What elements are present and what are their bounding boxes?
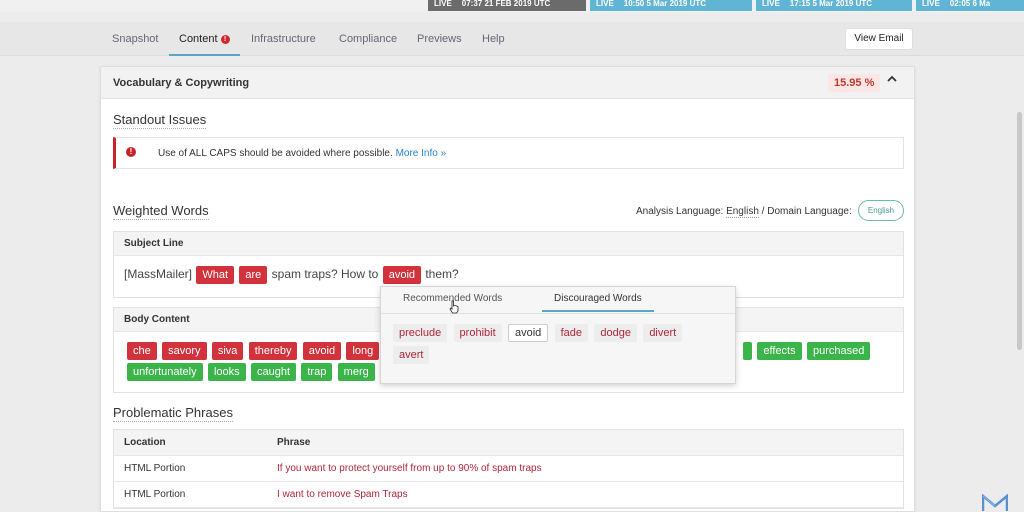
page-scrollbar[interactable] <box>1017 112 1022 350</box>
domain-language-label: Domain Language: <box>767 206 852 217</box>
weighted-word-chip[interactable]: looks <box>207 363 246 381</box>
table-row[interactable]: HTML Portion If you want to protect your… <box>114 456 903 482</box>
phrase-cell: I want to remove Spam Traps <box>277 489 408 500</box>
weighted-word-chip[interactable]: thereby <box>248 342 298 360</box>
tab-label: Content <box>179 33 218 45</box>
weighted-word-chip[interactable]: caught <box>250 363 297 381</box>
standout-issues-heading: Standout Issues <box>113 112 207 129</box>
live-label: LIVE <box>762 0 780 8</box>
hand-cursor-icon <box>449 300 459 314</box>
word-suggestions-popup: Recommended Words Discouraged Words prec… <box>380 286 736 384</box>
domain-language-pill[interactable]: English <box>858 200 904 221</box>
tab-previews[interactable]: Previews <box>417 22 462 56</box>
problematic-phrases-table: Location Phrase HTML Portion If you want… <box>113 429 904 509</box>
table-row[interactable]: HTML Portion I want to remove Spam Traps <box>114 482 903 508</box>
lang-prefix: Analysis Language: <box>636 206 727 217</box>
column-header: Location <box>124 437 166 448</box>
chevron-up-icon <box>887 75 897 82</box>
word-chip-selected[interactable]: avoid <box>507 324 549 342</box>
popup-divider <box>381 313 735 314</box>
more-info-link[interactable]: More Info » <box>396 148 447 159</box>
analysis-language-value: English <box>726 206 759 218</box>
subject-text: spam traps? How to <box>271 267 379 281</box>
alert-badge: ! <box>220 35 230 44</box>
analysis-language: Analysis Language: English / Domain Lang… <box>636 206 852 218</box>
weighted-word-chip[interactable]: long <box>346 342 380 360</box>
error-icon: ! <box>126 147 136 157</box>
live-status-strip: LIVE 07:37 21 FEB 2019 UTC LIVE 10:50 5 Ma… <box>0 0 1024 12</box>
table-header-row: Location Phrase <box>114 430 903 456</box>
location-cell: HTML Portion <box>124 463 186 474</box>
discouraged-word-list: preclude prohibit avoid fade dodge diver… <box>393 324 728 368</box>
subject-line-header: Subject Line <box>114 232 903 256</box>
tab-label: Help <box>482 33 505 45</box>
view-email-button[interactable]: View Email <box>845 28 913 50</box>
weighted-word-chip[interactable]: siva <box>211 342 244 360</box>
word-chip[interactable]: divert <box>643 324 683 342</box>
panel-header[interactable]: Vocabulary & Copywriting 15.95 % <box>101 67 914 99</box>
brand-logo-icon <box>982 494 1008 511</box>
tab-label: Snapshot <box>112 33 159 45</box>
word-chip[interactable]: prohibit <box>453 324 502 342</box>
tab-label: Compliance <box>339 33 398 45</box>
location-cell: HTML Portion <box>124 489 186 500</box>
weighted-word-chip[interactable]: What <box>196 266 235 284</box>
live-label: LIVE <box>596 0 614 8</box>
live-block: LIVE 10:50 5 Mar 2019 UTC <box>590 0 752 11</box>
tab-help[interactable]: Help <box>482 22 505 56</box>
issue-text: Use of ALL CAPS should be avoided where … <box>158 148 393 159</box>
column-header: Phrase <box>277 437 311 448</box>
collapse-chevron-icon[interactable] <box>886 73 898 88</box>
word-chip[interactable]: avert <box>393 346 430 364</box>
lang-separator: / <box>758 206 768 217</box>
weighted-word-chip[interactable]: savory <box>162 342 207 360</box>
weighted-word-chip[interactable]: are <box>239 266 268 284</box>
subject-text: [MassMailer] <box>124 267 193 281</box>
weighted-word-chip[interactable]: trap <box>301 363 333 381</box>
score-badge: 15.95 % <box>828 74 881 92</box>
weighted-words-heading: Weighted Words <box>113 203 209 220</box>
live-block: LIVE 02:05 6 Ma <box>916 0 1024 11</box>
weighted-word-chip[interactable]: avoid <box>382 266 421 284</box>
body-word-row-right: effects purchased <box>742 342 871 360</box>
weighted-word-chip[interactable]: effects <box>757 342 802 360</box>
subject-text: them? <box>425 267 459 281</box>
tab-discouraged-words[interactable]: Discouraged Words <box>542 293 654 312</box>
tab-label: Previews <box>417 33 462 45</box>
live-block: LIVE 07:37 21 FEB 2019 UTC <box>428 0 586 11</box>
word-chip[interactable]: dodge <box>594 324 637 342</box>
weighted-word-chip[interactable]: che <box>127 342 157 360</box>
live-label: LIVE <box>434 0 452 8</box>
weighted-word-chip[interactable]: purchased <box>806 342 871 360</box>
tab-label: Infrastructure <box>251 33 316 45</box>
panel-title: Vocabulary & Copywriting <box>113 77 250 89</box>
weighted-word-chip[interactable]: merg <box>337 363 375 381</box>
live-time: 07:37 21 FEB 2019 UTC <box>461 0 551 8</box>
problematic-phrases-heading: Problematic Phrases <box>113 405 233 422</box>
live-label: LIVE <box>922 0 940 8</box>
word-chip[interactable]: fade <box>554 324 589 342</box>
live-time: 17:15 5 Mar 2019 UTC <box>789 0 873 8</box>
live-time: 02:05 6 Ma <box>949 0 991 8</box>
phrase-cell: If you want to protect yourself from up … <box>277 463 542 474</box>
issue-message: Use of ALL CAPS should be avoided where … <box>158 148 446 159</box>
weighted-word-chip[interactable]: avoid <box>302 342 342 360</box>
tab-content[interactable]: Content! <box>169 22 240 56</box>
word-chip[interactable]: preclude <box>393 324 448 342</box>
tab-compliance[interactable]: Compliance <box>339 22 397 56</box>
weighted-word-chip[interactable]: unfortunately <box>127 363 203 381</box>
subject-line-words: [MassMailer] What are spam traps? How to… <box>124 266 459 284</box>
tab-infrastructure[interactable]: Infrastructure <box>251 22 316 56</box>
tab-snapshot[interactable]: Snapshot <box>112 22 158 56</box>
weighted-word-chip[interactable] <box>743 342 753 360</box>
live-time: 10:50 5 Mar 2019 UTC <box>623 0 707 8</box>
issue-alert: ! Use of ALL CAPS should be avoided wher… <box>113 137 904 169</box>
live-block: LIVE 17:15 5 Mar 2019 UTC <box>756 0 912 11</box>
